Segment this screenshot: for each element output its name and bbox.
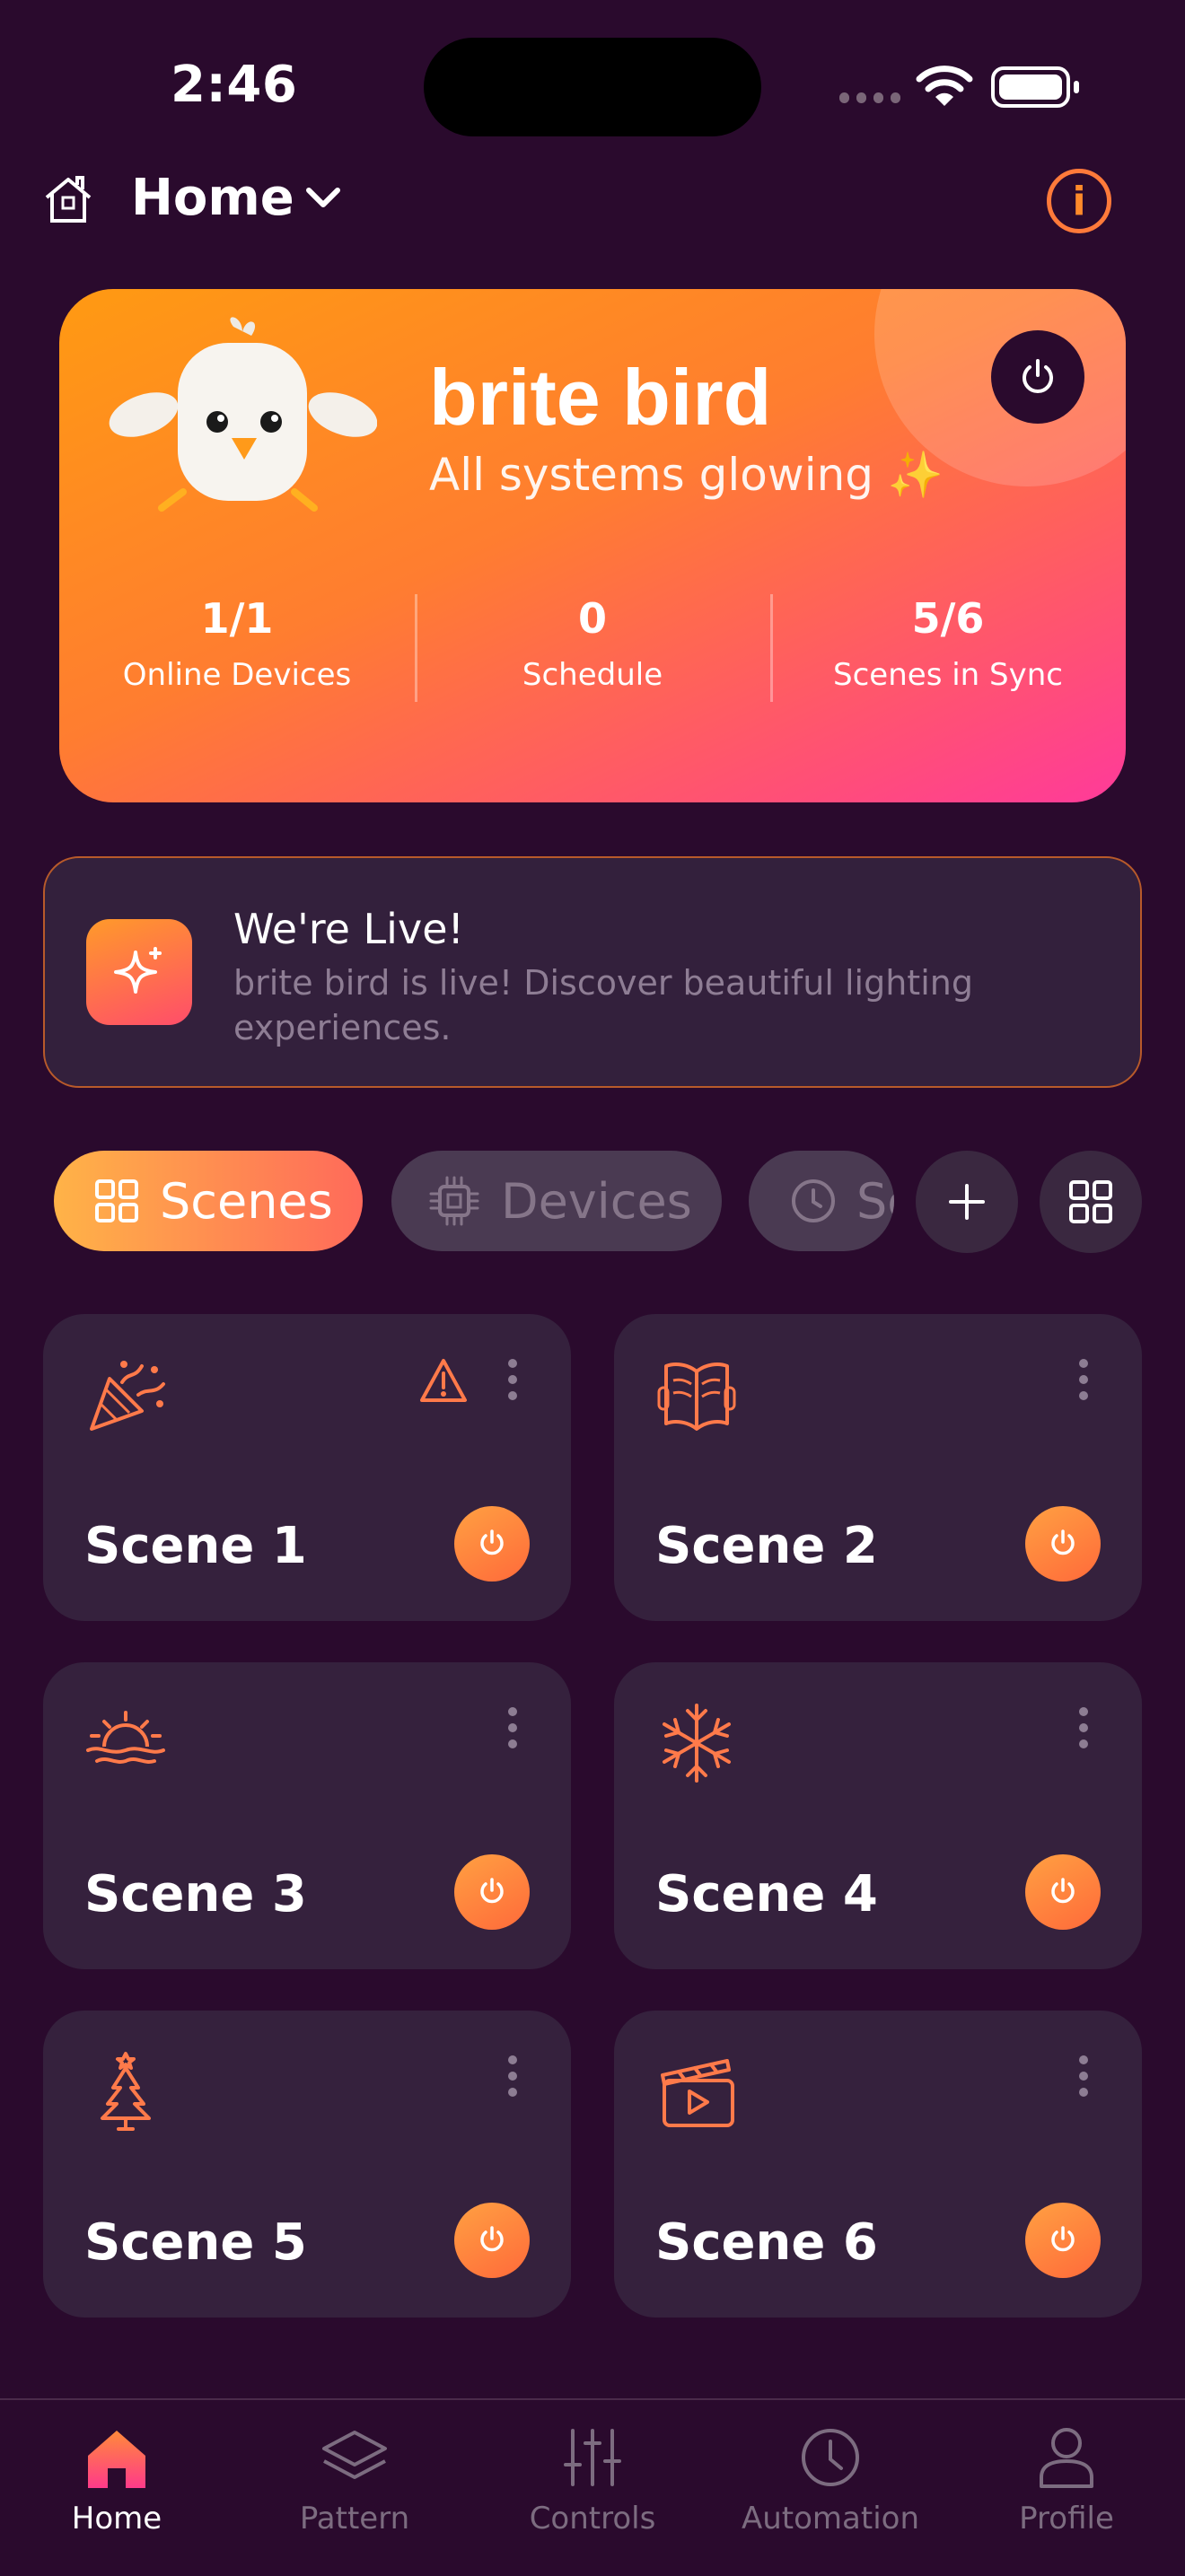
nav-label: Controls [529,2501,656,2537]
power-icon [1023,359,1053,393]
plus-icon [949,1184,985,1220]
chevron-down-icon[interactable] [302,181,345,214]
power-icon [1051,1529,1075,1555]
sunrise-icon [86,1711,165,1764]
book-icon [657,1362,736,1431]
status-time: 2:46 [171,56,298,114]
info-icon[interactable]: i [1047,169,1111,233]
nav-label: Home [71,2501,162,2537]
nav-label: Pattern [299,2501,410,2537]
battery-icon [991,66,1079,108]
nav-label: Automation [741,2501,920,2537]
scene-name: Scene 5 [84,2213,307,2272]
stat-value: 5/6 [911,594,985,643]
home-icon [88,2431,145,2488]
person-icon [1040,2428,1093,2488]
scene-power-button[interactable] [454,1854,530,1930]
home-selector[interactable]: Home [131,169,294,227]
more-options-icon[interactable] [1079,2055,1088,2097]
tab-label: Scenes [160,1172,333,1230]
power-icon [480,1878,504,1904]
more-options-icon[interactable] [508,2055,517,2097]
signal-icon [839,92,900,103]
stat-label: Scenes in Sync [833,657,1063,693]
power-icon [480,2226,504,2252]
grid-icon [93,1178,140,1224]
more-options-icon[interactable] [1079,1707,1088,1748]
bottom-navigation: Home Pattern Controls Automation Profile [0,2398,1185,2576]
scene-power-button[interactable] [1025,1506,1101,1582]
master-power-button[interactable] [991,330,1084,424]
power-icon [1051,2226,1075,2252]
more-options-icon[interactable] [1079,1359,1088,1400]
scene-power-button[interactable] [1025,2203,1101,2278]
add-scene-button[interactable] [916,1151,1018,1253]
nav-automation[interactable]: Automation [741,2422,920,2537]
stat-scenes-in-sync[interactable]: 5/6 Scenes in Sync [770,585,1126,711]
nav-home[interactable]: Home [27,2422,206,2537]
grid-view-icon [1069,1180,1112,1223]
chip-icon [427,1174,481,1228]
tab-devices[interactable]: Devices [391,1151,722,1251]
scene-card[interactable]: Scene 4 [614,1662,1142,1969]
clapperboard-icon [661,2059,734,2127]
clock-icon [790,1178,837,1224]
tab-label: Devices [501,1172,692,1230]
nav-profile[interactable]: Profile [977,2422,1156,2537]
scene-name: Scene 6 [655,2213,878,2272]
stat-online-devices[interactable]: 1/1 Online Devices [59,585,415,711]
scene-name: Scene 4 [655,1865,878,1923]
layers-icon [322,2431,387,2479]
dynamic-island [424,38,761,136]
snowflake-icon [663,1704,731,1783]
warning-icon[interactable] [418,1357,469,1404]
more-options-icon[interactable] [508,1359,517,1400]
announcement-banner[interactable]: We're Live! brite bird is live! Discover… [43,856,1142,1088]
brand-title: brite bird [429,353,772,442]
tab-label: Schedule [856,1172,894,1230]
party-popper-icon [90,1361,165,1431]
sparkle-icon [86,919,192,1025]
tab-schedule[interactable]: Schedule [749,1151,894,1251]
banner-body: brite bird is live! Discover beautiful l… [233,963,973,1047]
nav-label: Profile [1019,2501,1114,2537]
stat-label: Schedule [522,657,663,693]
scene-name: Scene 2 [655,1517,878,1575]
wifi-icon [916,66,973,106]
scene-card[interactable]: Scene 6 [614,2011,1142,2318]
power-icon [1051,1878,1075,1904]
stat-value: 0 [577,594,607,643]
tab-scenes[interactable]: Scenes [54,1151,363,1251]
scene-power-button[interactable] [454,2203,530,2278]
scene-power-button[interactable] [454,1506,530,1582]
scene-power-button[interactable] [1025,1854,1101,1930]
power-icon [480,1529,504,1555]
sliders-icon [564,2429,621,2486]
scene-card[interactable]: Scene 3 [43,1662,571,1969]
tree-icon [101,2052,151,2131]
clock-icon [802,2429,859,2486]
scene-name: Scene 1 [84,1517,307,1575]
stat-label: Online Devices [122,657,352,693]
banner-title: We're Live! [233,905,464,953]
nav-pattern[interactable]: Pattern [265,2422,444,2537]
hero-stats: 1/1 Online Devices 0 Schedule 5/6 Scenes… [59,585,1126,711]
bird-mascot-icon [109,317,377,512]
hero-card: brite bird All systems glowing ✨ 1/1 Onl… [59,289,1126,802]
more-options-icon[interactable] [508,1707,517,1748]
house-icon[interactable] [41,172,95,226]
scene-name: Scene 3 [84,1865,307,1923]
scene-card[interactable]: Scene 2 [614,1314,1142,1621]
stat-value: 1/1 [200,594,274,643]
status-subtitle: All systems glowing ✨ [429,449,944,501]
scene-card[interactable]: Scene 5 [43,2011,571,2318]
layout-toggle-button[interactable] [1040,1151,1142,1253]
scene-card[interactable]: Scene 1 [43,1314,571,1621]
stat-schedule[interactable]: 0 Schedule [415,585,770,711]
nav-controls[interactable]: Controls [503,2422,682,2537]
